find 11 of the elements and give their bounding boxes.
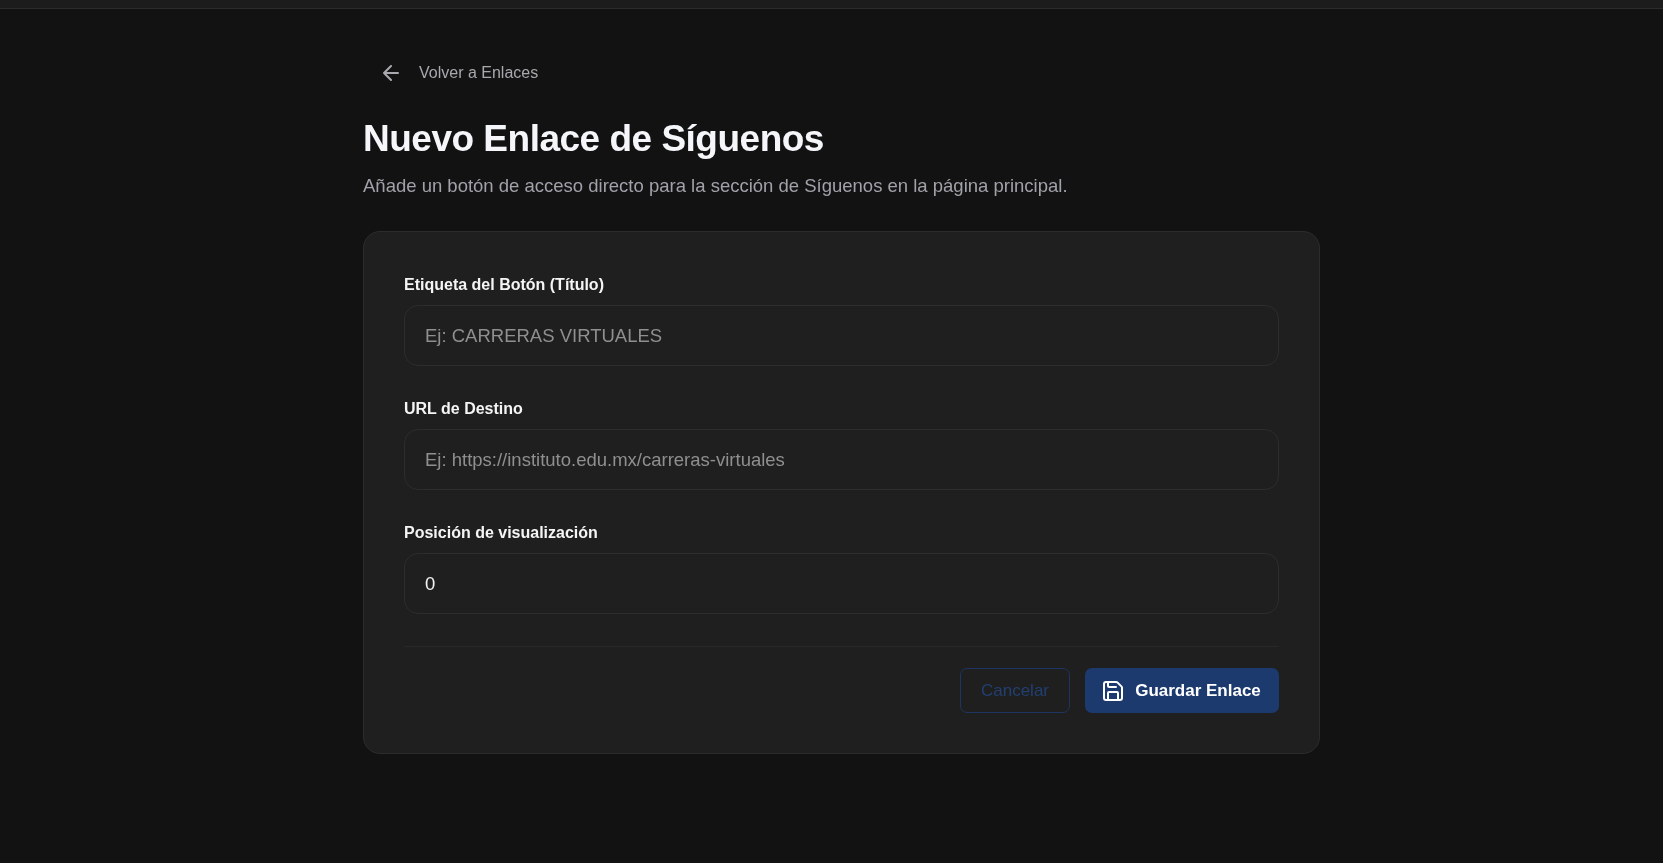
page-subtitle: Añade un botón de acceso directo para la sección de Síguenos en la página principal. bbox=[363, 174, 1069, 198]
save-button[interactable]: Guardar Enlace bbox=[1085, 668, 1279, 713]
field-label: Etiqueta del Botón (Título) bbox=[404, 275, 605, 295]
field-label: URL de Destino bbox=[404, 399, 524, 419]
field-label: Posición de visualización bbox=[404, 523, 599, 543]
back-link[interactable]: Volver a Enlaces bbox=[383, 62, 539, 84]
input-field[interactable]: Ej: https://instituto.edu.mx/carreras-virtuales bbox=[404, 429, 1279, 490]
input-field[interactable]: Ej: CARRERAS VIRTUALES bbox=[404, 305, 1279, 366]
arrow-left-icon bbox=[383, 65, 399, 81]
input-field[interactable]: 0 bbox=[404, 553, 1279, 614]
page-title: Nuevo Enlace de Síguenos bbox=[363, 117, 825, 161]
